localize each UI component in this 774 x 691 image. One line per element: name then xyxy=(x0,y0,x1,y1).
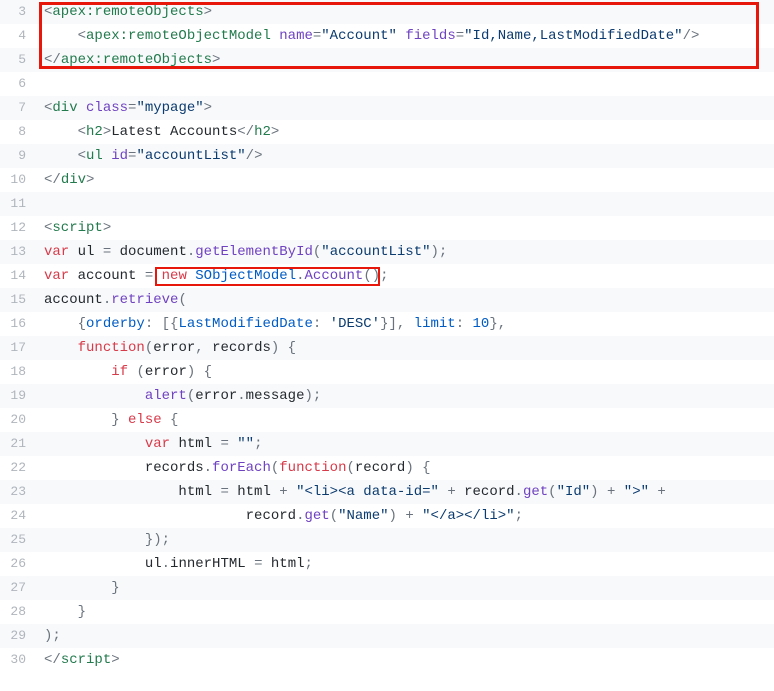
code-line: 20 } else { xyxy=(0,408,774,432)
code-line: 26 ul.innerHTML = html; xyxy=(0,552,774,576)
code-content: </div> xyxy=(36,168,774,192)
code-line: 16 {orderby: [{LastModifiedDate: 'DESC'}… xyxy=(0,312,774,336)
code-line: 25 }); xyxy=(0,528,774,552)
line-number: 8 xyxy=(0,120,36,144)
code-content: ul.innerHTML = html; xyxy=(36,552,774,576)
line-number: 4 xyxy=(0,24,36,48)
line-number: 21 xyxy=(0,432,36,456)
code-content: <script> xyxy=(36,216,774,240)
line-number: 10 xyxy=(0,168,36,192)
code-content: var html = ""; xyxy=(36,432,774,456)
code-line: 29); xyxy=(0,624,774,648)
line-number: 27 xyxy=(0,576,36,600)
code-line: 27 } xyxy=(0,576,774,600)
code-line: 12<script> xyxy=(0,216,774,240)
code-line: 3<apex:remoteObjects> xyxy=(0,0,774,24)
code-line: 8 <h2>Latest Accounts</h2> xyxy=(0,120,774,144)
line-number: 24 xyxy=(0,504,36,528)
line-number: 5 xyxy=(0,48,36,72)
code-line: 21 var html = ""; xyxy=(0,432,774,456)
line-number: 30 xyxy=(0,648,36,672)
code-line: 14var account = new SObjectModel.Account… xyxy=(0,264,774,288)
code-content: } xyxy=(36,600,774,624)
line-number: 6 xyxy=(0,72,36,96)
code-line: 15account.retrieve( xyxy=(0,288,774,312)
code-content: <apex:remoteObjectModel name="Account" f… xyxy=(36,24,774,48)
code-content: {orderby: [{LastModifiedDate: 'DESC'}], … xyxy=(36,312,774,336)
code-line: 24 record.get("Name") + "</a></li>"; xyxy=(0,504,774,528)
code-line: 9 <ul id="accountList"/> xyxy=(0,144,774,168)
code-line: 17 function(error, records) { xyxy=(0,336,774,360)
line-number: 28 xyxy=(0,600,36,624)
code-content: <h2>Latest Accounts</h2> xyxy=(36,120,774,144)
code-content: record.get("Name") + "</a></li>"; xyxy=(36,504,774,528)
line-number: 13 xyxy=(0,240,36,264)
code-content: </apex:remoteObjects> xyxy=(36,48,774,72)
code-content: ); xyxy=(36,624,774,648)
code-content: records.forEach(function(record) { xyxy=(36,456,774,480)
code-content: var account = new SObjectModel.Account()… xyxy=(36,264,774,288)
line-number: 7 xyxy=(0,96,36,120)
code-line: 7<div class="mypage"> xyxy=(0,96,774,120)
code-content: account.retrieve( xyxy=(36,288,774,312)
code-content: function(error, records) { xyxy=(36,336,774,360)
line-number: 25 xyxy=(0,528,36,552)
code-line: 5</apex:remoteObjects> xyxy=(0,48,774,72)
code-line: 28 } xyxy=(0,600,774,624)
line-number: 15 xyxy=(0,288,36,312)
code-line: 4 <apex:remoteObjectModel name="Account"… xyxy=(0,24,774,48)
code-content: } xyxy=(36,576,774,600)
line-number: 22 xyxy=(0,456,36,480)
line-number: 23 xyxy=(0,480,36,504)
line-number: 12 xyxy=(0,216,36,240)
code-line: 30</script> xyxy=(0,648,774,672)
code-content: </script> xyxy=(36,648,774,672)
code-content: if (error) { xyxy=(36,360,774,384)
line-number: 3 xyxy=(0,0,36,24)
line-number: 16 xyxy=(0,312,36,336)
code-content: alert(error.message); xyxy=(36,384,774,408)
line-number: 29 xyxy=(0,624,36,648)
code-line: 18 if (error) { xyxy=(0,360,774,384)
line-number: 20 xyxy=(0,408,36,432)
code-content: <ul id="accountList"/> xyxy=(36,144,774,168)
code-line: 22 records.forEach(function(record) { xyxy=(0,456,774,480)
line-number: 18 xyxy=(0,360,36,384)
code-line: 23 html = html + "<li><a data-id=" + rec… xyxy=(0,480,774,504)
code-line: 11 xyxy=(0,192,774,216)
line-number: 19 xyxy=(0,384,36,408)
code-line: 13var ul = document.getElementById("acco… xyxy=(0,240,774,264)
code-content: html = html + "<li><a data-id=" + record… xyxy=(36,480,774,504)
line-number: 11 xyxy=(0,192,36,216)
code-line: 19 alert(error.message); xyxy=(0,384,774,408)
code-line: 6 xyxy=(0,72,774,96)
line-number: 9 xyxy=(0,144,36,168)
code-content: } else { xyxy=(36,408,774,432)
code-line: 10</div> xyxy=(0,168,774,192)
code-content: var ul = document.getElementById("accoun… xyxy=(36,240,774,264)
code-content: <apex:remoteObjects> xyxy=(36,0,774,24)
code-content: <div class="mypage"> xyxy=(36,96,774,120)
code-editor: 3<apex:remoteObjects>4 <apex:remoteObjec… xyxy=(0,0,774,672)
line-number: 26 xyxy=(0,552,36,576)
code-content: }); xyxy=(36,528,774,552)
line-number: 17 xyxy=(0,336,36,360)
line-number: 14 xyxy=(0,264,36,288)
